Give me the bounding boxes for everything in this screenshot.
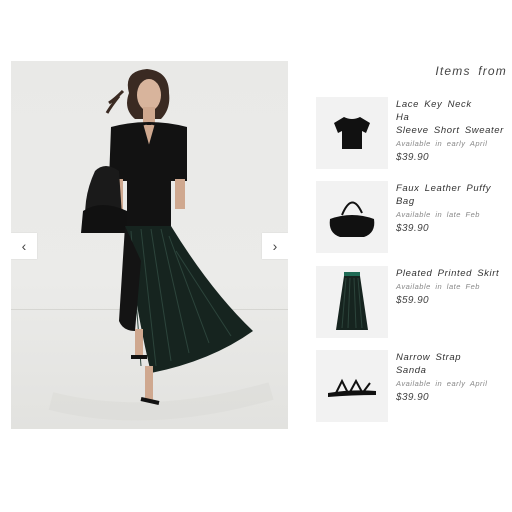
section-title: Items from xyxy=(435,64,507,78)
product-name[interactable]: Pleated Printed Skirt xyxy=(396,267,512,280)
product-name[interactable]: Faux Leather Puffy Bag xyxy=(396,182,512,208)
product-card[interactable]: Faux Leather Puffy Bag Available in late… xyxy=(316,181,512,255)
product-name[interactable]: Lace Key Neck Ha Sleeve Short Sweater xyxy=(396,98,512,137)
product-thumbnail[interactable] xyxy=(316,181,388,253)
product-name[interactable]: Narrow Strap Sanda xyxy=(396,351,512,377)
product-info: Lace Key Neck Ha Sleeve Short Sweater Av… xyxy=(396,98,512,163)
product-availability: Available in early April xyxy=(396,379,488,388)
carousel-prev-button[interactable]: ‹ xyxy=(11,233,37,259)
hero-image: ‹ › xyxy=(11,61,288,429)
product-info: Faux Leather Puffy Bag Available in late… xyxy=(396,182,512,234)
product-info: Narrow Strap Sanda Available in early Ap… xyxy=(396,351,512,403)
product-thumbnail[interactable] xyxy=(316,266,388,338)
product-availability: Available in early April xyxy=(396,139,488,148)
product-price: $59.90 xyxy=(396,295,429,306)
product-card[interactable]: Narrow Strap Sanda Available in early Ap… xyxy=(316,350,512,424)
product-availability: Available in late Feb xyxy=(396,210,480,219)
product-card[interactable]: Lace Key Neck Ha Sleeve Short Sweater Av… xyxy=(316,97,512,171)
product-price: $39.90 xyxy=(396,152,429,163)
product-card[interactable]: Pleated Printed Skirt Available in late … xyxy=(316,266,512,340)
product-availability: Available in late Feb xyxy=(396,282,480,291)
strap-sandal-icon xyxy=(328,378,376,397)
product-price: $39.90 xyxy=(396,392,429,403)
product-thumbnail[interactable] xyxy=(316,350,388,422)
pleated-skirt-icon xyxy=(336,272,368,330)
model-figure xyxy=(48,69,274,421)
carousel-next-button[interactable]: › xyxy=(262,233,288,259)
shoulder-bag-icon xyxy=(329,201,375,237)
short-sleeve-top-icon xyxy=(334,117,370,149)
product-info: Pleated Printed Skirt Available in late … xyxy=(396,267,512,306)
product-price: $39.90 xyxy=(396,223,429,234)
product-thumbnail[interactable] xyxy=(316,97,388,169)
